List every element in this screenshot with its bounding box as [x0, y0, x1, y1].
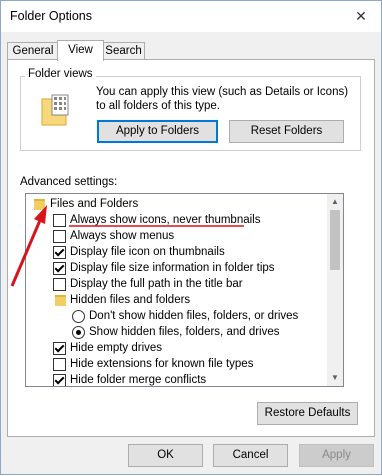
advanced-settings-list[interactable]: Files and Folders Always show icons, nev… — [25, 193, 344, 387]
list-scrollbar[interactable]: ▲ ▼ — [327, 194, 343, 386]
view-tab-panel: Folder views You can apply this view (su… — [7, 59, 375, 437]
apply-to-folders-button[interactable]: Apply to Folders — [97, 120, 218, 143]
folder-views-label: Folder views — [25, 68, 96, 80]
folder-icon — [55, 295, 66, 306]
apply-button[interactable]: Apply — [299, 444, 374, 467]
checkbox[interactable] — [53, 278, 66, 291]
cancel-button[interactable]: Cancel — [213, 444, 288, 467]
checkbox[interactable] — [53, 358, 66, 371]
ok-button[interactable]: OK — [128, 444, 203, 467]
checkbox-checked[interactable] — [53, 246, 66, 259]
folder-options-dialog: Folder Options ✕ General View Search Fol… — [0, 0, 382, 475]
advanced-settings-label: Advanced settings: — [20, 176, 118, 188]
radio-button[interactable] — [72, 310, 85, 323]
radio-button-selected[interactable] — [72, 326, 85, 339]
close-icon[interactable]: ✕ — [347, 3, 375, 29]
folder-icon — [34, 199, 45, 210]
scroll-down-icon[interactable]: ▼ — [327, 370, 343, 386]
checkbox-checked[interactable] — [53, 342, 66, 355]
title-bar: Folder Options ✕ — [1, 1, 381, 32]
scroll-up-icon[interactable]: ▲ — [327, 194, 343, 210]
tab-view[interactable]: View — [57, 40, 104, 61]
reset-folders-button[interactable]: Reset Folders — [229, 120, 344, 143]
window-title: Folder Options — [10, 9, 92, 23]
restore-defaults-button[interactable]: Restore Defaults — [257, 402, 358, 425]
folder-views-description: You can apply this view (such as Details… — [96, 86, 349, 112]
folder-views-icon — [40, 93, 70, 127]
scroll-thumb[interactable] — [330, 210, 340, 270]
tab-general[interactable]: General — [7, 42, 59, 60]
tab-search[interactable]: Search — [102, 42, 145, 60]
checkbox-checked[interactable] — [53, 262, 66, 275]
checkbox-checked[interactable] — [53, 374, 66, 386]
checkbox[interactable] — [53, 214, 66, 227]
checkbox[interactable] — [53, 230, 66, 243]
